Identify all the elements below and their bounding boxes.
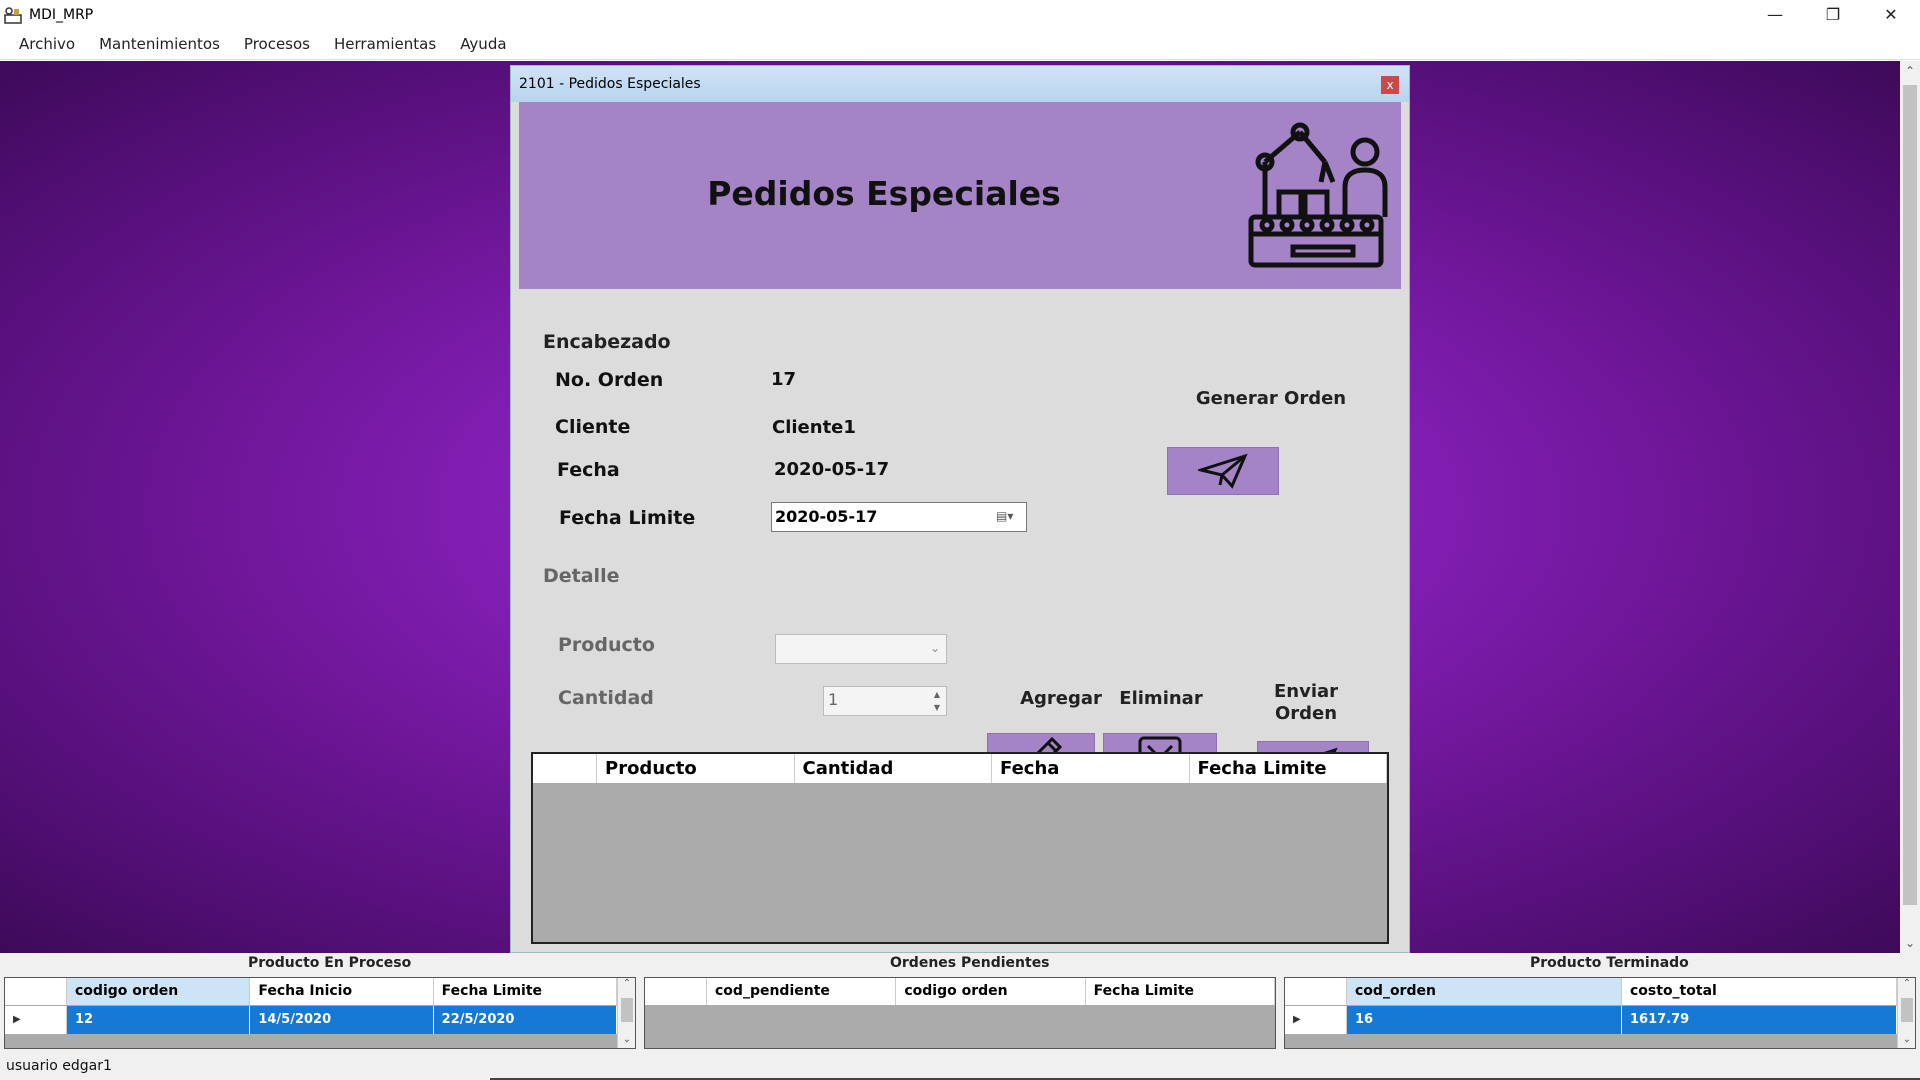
scroll-down-icon[interactable]: ⌄ bbox=[618, 1034, 636, 1048]
column-fecha-limite[interactable]: Fecha Limite bbox=[434, 978, 617, 1005]
en-proceso-title: Producto En Proceso bbox=[248, 955, 412, 971]
menu-ayuda[interactable]: Ayuda bbox=[448, 35, 518, 53]
child-title-bar: 2101 - Pedidos Especiales x bbox=[511, 66, 1409, 102]
cliente-value: Cliente1 bbox=[772, 417, 856, 438]
paper-plane-icon bbox=[1198, 453, 1248, 489]
increment-icon[interactable]: ▲ bbox=[930, 688, 944, 701]
grid-scrollbar[interactable]: ⌃ ⌄ bbox=[1897, 978, 1915, 1048]
column-fecha-limite[interactable]: Fecha Limite bbox=[1086, 978, 1275, 1005]
fecha-limite-value: 2020-05-17 bbox=[775, 507, 878, 526]
generar-orden-caption: Generar Orden bbox=[1195, 388, 1347, 409]
orden-label: No. Orden bbox=[555, 369, 664, 391]
generar-orden-button[interactable] bbox=[1167, 447, 1279, 495]
bottom-panels: Producto En Proceso codigo orden Fecha I… bbox=[0, 953, 1920, 1080]
close-window-button[interactable]: ✕ bbox=[1862, 0, 1920, 29]
factory-robot-icon bbox=[1248, 122, 1388, 268]
table-cell[interactable]: 12 bbox=[67, 1006, 251, 1034]
status-user-value: edgar1 bbox=[62, 1058, 112, 1074]
scroll-down-icon[interactable]: ⌄ bbox=[1900, 933, 1920, 953]
scroll-thumb[interactable] bbox=[621, 998, 633, 1022]
scroll-thumb[interactable] bbox=[1903, 85, 1917, 905]
menu-mantenimientos[interactable]: Mantenimientos bbox=[87, 35, 232, 53]
fecha-limite-label: Fecha Limite bbox=[559, 507, 696, 529]
page-title: Pedidos Especiales bbox=[707, 174, 1061, 213]
restore-button[interactable]: ❐ bbox=[1804, 0, 1862, 29]
menu-archivo[interactable]: Archivo bbox=[7, 35, 87, 53]
table-row[interactable]: ▶ 16 1617.79 bbox=[1285, 1006, 1897, 1034]
child-window-title: 2101 - Pedidos Especiales bbox=[519, 76, 701, 92]
encabezado-section-label: Encabezado bbox=[543, 331, 671, 353]
pendientes-title: Ordenes Pendientes bbox=[890, 955, 1050, 971]
column-codigo-orden[interactable]: codigo orden bbox=[67, 978, 251, 1005]
cantidad-value: 1 bbox=[828, 690, 839, 709]
menu-bar: Archivo Mantenimientos Procesos Herramie… bbox=[0, 29, 1920, 60]
column-cantidad[interactable]: Cantidad bbox=[795, 754, 992, 783]
grid-header: codigo orden Fecha Inicio Fecha Limite bbox=[5, 978, 617, 1006]
table-cell[interactable]: 16 bbox=[1347, 1006, 1622, 1034]
column-fecha-inicio[interactable]: Fecha Inicio bbox=[250, 978, 434, 1005]
grid-header: cod_pendiente codigo orden Fecha Limite bbox=[645, 978, 1275, 1006]
window-title: MDI_MRP bbox=[29, 6, 94, 23]
table-row[interactable]: ▶ 12 14/5/2020 22/5/2020 bbox=[5, 1006, 617, 1034]
row-pointer-icon: ▶ bbox=[1285, 1006, 1347, 1034]
child-close-button[interactable]: x bbox=[1381, 76, 1399, 94]
terminado-grid[interactable]: cod_orden costo_total ▶ 16 1617.79 ⌃ ⌄ bbox=[1284, 977, 1916, 1049]
mdi-vertical-scrollbar[interactable]: ⌃ ⌄ bbox=[1900, 61, 1920, 953]
scroll-up-icon[interactable]: ⌃ bbox=[618, 978, 636, 992]
orden-value: 17 bbox=[771, 369, 797, 390]
row-header-corner bbox=[5, 978, 67, 1005]
status-user-label: usuario bbox=[6, 1058, 58, 1074]
producto-label: Producto bbox=[558, 634, 655, 656]
terminado-title: Producto Terminado bbox=[1530, 955, 1689, 971]
minimize-button[interactable]: — bbox=[1746, 0, 1804, 29]
column-costo-total[interactable]: costo_total bbox=[1622, 978, 1897, 1005]
scroll-up-icon[interactable]: ⌃ bbox=[1900, 61, 1920, 81]
producto-combobox[interactable]: ⌄ bbox=[775, 634, 947, 664]
en-proceso-grid[interactable]: codigo orden Fecha Inicio Fecha Limite ▶… bbox=[4, 977, 636, 1049]
scroll-thumb[interactable] bbox=[1901, 998, 1913, 1022]
cantidad-label: Cantidad bbox=[558, 687, 654, 709]
column-fecha[interactable]: Fecha bbox=[992, 754, 1190, 783]
grid-header: cod_orden costo_total bbox=[1285, 978, 1897, 1006]
detalle-section-label: Detalle bbox=[543, 565, 620, 587]
fecha-limite-datepicker[interactable]: 2020-05-17 ▤▾ bbox=[771, 502, 1027, 532]
menu-herramientas[interactable]: Herramientas bbox=[322, 35, 448, 53]
cantidad-stepper[interactable]: 1 ▲ ▼ bbox=[823, 686, 947, 716]
row-header-corner bbox=[533, 754, 597, 783]
fecha-label: Fecha bbox=[557, 459, 620, 481]
row-header-corner bbox=[645, 978, 707, 1005]
grid-scrollbar[interactable]: ⌃ ⌄ bbox=[617, 978, 635, 1048]
app-icon bbox=[4, 6, 22, 24]
status-bar: usuario edgar1 bbox=[6, 1058, 112, 1074]
pedidos-especiales-window: 2101 - Pedidos Especiales x Pedidos Espe… bbox=[510, 65, 1410, 953]
enviar-orden-caption: Enviar Orden bbox=[1273, 681, 1339, 724]
scroll-up-icon[interactable]: ⌃ bbox=[1898, 978, 1916, 992]
table-cell[interactable]: 14/5/2020 bbox=[250, 1006, 434, 1034]
table-cell[interactable]: 22/5/2020 bbox=[433, 1006, 617, 1034]
agregar-caption: Agregar bbox=[1020, 688, 1102, 709]
cliente-label: Cliente bbox=[555, 416, 631, 438]
banner: Pedidos Especiales bbox=[519, 102, 1401, 289]
row-pointer-icon: ▶ bbox=[5, 1006, 67, 1034]
eliminar-caption: Eliminar bbox=[1119, 688, 1203, 709]
column-codigo-orden[interactable]: codigo orden bbox=[896, 978, 1086, 1005]
table-cell[interactable]: 1617.79 bbox=[1622, 1006, 1897, 1034]
row-header-corner bbox=[1285, 978, 1347, 1005]
title-bar: MDI_MRP — ❐ ✕ bbox=[0, 0, 1920, 29]
calendar-dropdown-icon[interactable]: ▤▾ bbox=[996, 509, 1020, 525]
detalle-grid[interactable]: Producto Cantidad Fecha Fecha Limite bbox=[531, 752, 1389, 944]
fecha-value: 2020-05-17 bbox=[774, 459, 890, 480]
column-cod-pendiente[interactable]: cod_pendiente bbox=[707, 978, 897, 1005]
column-fecha-limite[interactable]: Fecha Limite bbox=[1190, 754, 1387, 783]
column-cod-orden[interactable]: cod_orden bbox=[1347, 978, 1622, 1005]
chevron-down-icon[interactable]: ⌄ bbox=[930, 641, 940, 655]
decrement-icon[interactable]: ▼ bbox=[930, 701, 944, 714]
grid-header: Producto Cantidad Fecha Fecha Limite bbox=[533, 754, 1387, 784]
scroll-down-icon[interactable]: ⌄ bbox=[1898, 1034, 1916, 1048]
column-producto[interactable]: Producto bbox=[597, 754, 795, 783]
pendientes-grid[interactable]: cod_pendiente codigo orden Fecha Limite bbox=[644, 977, 1276, 1049]
menu-procesos[interactable]: Procesos bbox=[232, 35, 322, 53]
